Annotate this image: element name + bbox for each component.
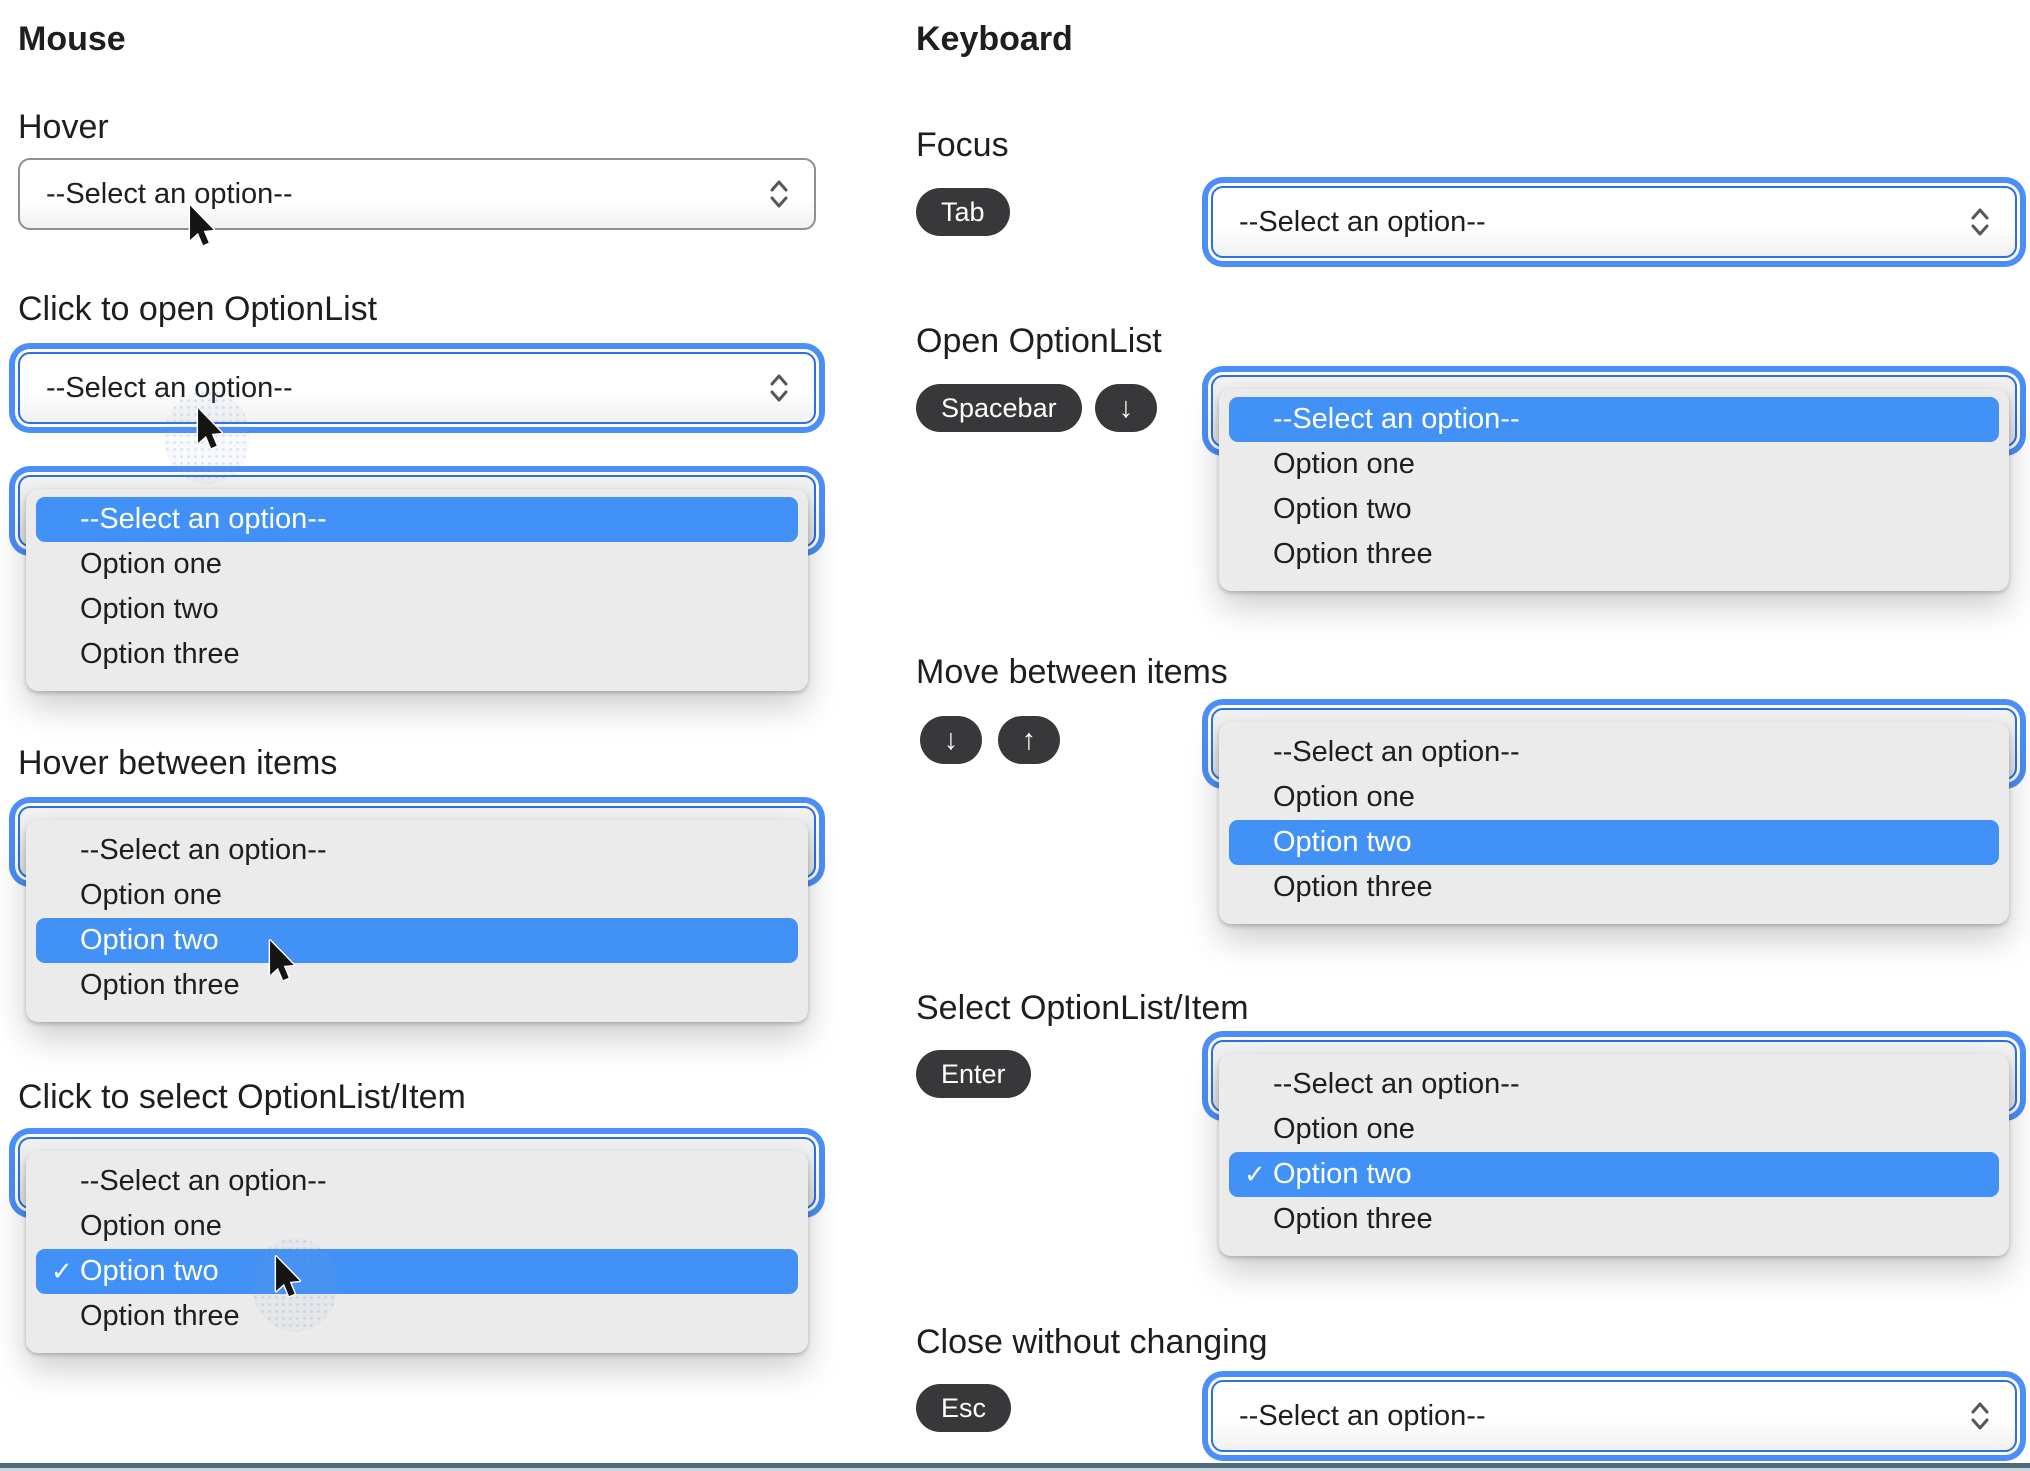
option-item[interactable]: Option one [26, 1204, 808, 1249]
kb-move-title: Move between items [916, 653, 1228, 691]
option-item[interactable]: --Select an option-- [26, 828, 808, 873]
kb-open-title: Open OptionList [916, 322, 1162, 360]
mouse-cursor-icon [196, 407, 224, 450]
key-pill-arrow-down-icon: ↓ [1095, 384, 1157, 432]
bottom-section-divider [0, 1463, 2030, 1471]
option-item[interactable]: Option one [1219, 1107, 2009, 1152]
click-open-select[interactable]: --Select an option-- [18, 352, 816, 424]
mouse-hover-items-title: Hover between items [18, 744, 338, 782]
option-list-popup: --Select an option-- Option one Option t… [1219, 722, 2009, 924]
key-pill-arrow-down-icon: ↓ [920, 716, 982, 764]
key-pill-tab: Tab [916, 188, 1010, 236]
option-item[interactable]: Option three [1219, 1197, 2009, 1242]
select-placeholder: --Select an option-- [46, 177, 293, 210]
option-item[interactable]: --Select an option-- [26, 1159, 808, 1204]
key-pill-esc: Esc [916, 1384, 1012, 1432]
kb-focus-title: Focus [916, 126, 1009, 164]
kb-move-optionlist: --Select an option-- Option one Option t… [1211, 708, 2017, 924]
click-select-optionlist: --Select an option-- Option one ✓ Option… [18, 1137, 816, 1353]
option-item-selected[interactable]: ✓ Option two [1229, 1152, 1999, 1197]
select-placeholder: --Select an option-- [46, 371, 293, 404]
select-placeholder: --Select an option-- [1239, 205, 1486, 238]
select-stepper-icon [768, 177, 790, 211]
checkmark-icon: ✓ [51, 1256, 73, 1286]
option-list-popup: --Select an option-- Option one ✓ Option… [1219, 1054, 2009, 1256]
kb-open-optionlist: --Select an option-- Option one Option t… [1211, 375, 2017, 591]
click-open-optionlist: --Select an option-- Option one Option t… [18, 475, 816, 691]
option-item[interactable]: --Select an option-- [36, 497, 798, 542]
option-item[interactable]: Option one [1219, 442, 2009, 487]
mouse-cursor-icon [268, 939, 296, 982]
option-item[interactable]: Option three [26, 1294, 808, 1339]
option-item[interactable]: Option one [1219, 775, 2009, 820]
hover-select[interactable]: --Select an option-- [18, 158, 816, 230]
option-list-popup: --Select an option-- Option one ✓ Option… [26, 1151, 808, 1353]
option-item-label: Option two [80, 1255, 219, 1287]
option-item[interactable]: Option three [26, 963, 808, 1008]
option-list-popup: --Select an option-- Option one Option t… [1219, 389, 2009, 591]
option-item[interactable]: Option two [26, 587, 808, 632]
kb-focus-select[interactable]: --Select an option-- [1211, 186, 2017, 258]
kb-close-title: Close without changing [916, 1323, 1268, 1361]
option-item[interactable]: Option one [26, 873, 808, 918]
hover-items-optionlist: --Select an option-- Option one Option t… [18, 806, 816, 1022]
key-pill-spacebar: Spacebar [916, 384, 1082, 432]
select-placeholder: --Select an option-- [1239, 1399, 1486, 1432]
key-pill-enter: Enter [916, 1050, 1031, 1098]
option-item[interactable]: Option three [1219, 865, 2009, 910]
select-stepper-icon [768, 371, 790, 405]
select-stepper-icon [1969, 205, 1991, 239]
option-item-label: Option two [1273, 1158, 1412, 1190]
option-item[interactable]: Option one [26, 542, 808, 587]
mouse-click-open-title: Click to open OptionList [18, 290, 378, 328]
checkmark-icon: ✓ [1244, 1159, 1266, 1189]
option-item[interactable]: --Select an option-- [1219, 1062, 2009, 1107]
mouse-click-select-title: Click to select OptionList/Item [18, 1078, 466, 1116]
kb-select-optionlist: --Select an option-- Option one ✓ Option… [1211, 1040, 2017, 1256]
option-list-popup: --Select an option-- Option one Option t… [26, 820, 808, 1022]
key-pill-arrow-up-icon: ↑ [998, 716, 1060, 764]
mouse-hover-title: Hover [18, 108, 109, 146]
option-item[interactable]: Option two [1219, 487, 2009, 532]
option-item[interactable]: --Select an option-- [1229, 397, 1999, 442]
mouse-column-title: Mouse [18, 20, 126, 58]
mouse-cursor-icon [274, 1255, 302, 1298]
mouse-cursor-icon [188, 204, 216, 247]
option-item-hovered[interactable]: Option two [36, 918, 798, 963]
option-item-active[interactable]: Option two [1229, 820, 1999, 865]
select-stepper-icon [1969, 1399, 1991, 1433]
option-list-popup: --Select an option-- Option one Option t… [26, 489, 808, 691]
option-item[interactable]: Option three [26, 632, 808, 677]
option-item[interactable]: --Select an option-- [1219, 730, 2009, 775]
kb-select-title: Select OptionList/Item [916, 989, 1249, 1027]
option-item[interactable]: Option three [1219, 532, 2009, 577]
option-item-selected[interactable]: ✓ Option two [36, 1249, 798, 1294]
keyboard-column-title: Keyboard [916, 20, 1073, 58]
optionlist-interaction-doc: Mouse Hover --Select an option-- Click t… [0, 0, 2030, 1471]
kb-close-select[interactable]: --Select an option-- [1211, 1380, 2017, 1452]
